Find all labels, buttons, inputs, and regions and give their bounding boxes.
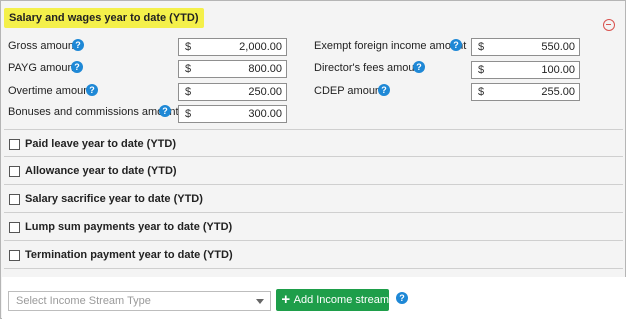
select-placeholder: Select Income Stream Type bbox=[16, 295, 151, 307]
salary-sacrifice-checkbox[interactable] bbox=[9, 193, 20, 205]
exempt-foreign-income-field[interactable]: $ 550.00 bbox=[471, 38, 580, 56]
directors-fees-label: Director's fees amount bbox=[314, 62, 424, 74]
bonuses-commissions-value: 300.00 bbox=[248, 108, 282, 120]
exempt-foreign-income-label: Exempt foreign income amount bbox=[314, 40, 467, 52]
lump-sum-section[interactable]: Lump sum payments year to date (YTD) bbox=[9, 219, 232, 235]
salary-wages-panel: Salary and wages year to date (YTD) Gros… bbox=[0, 0, 626, 319]
cdep-amount-field[interactable]: $ 255.00 bbox=[471, 83, 580, 101]
help-icon[interactable]: ? bbox=[159, 105, 171, 117]
income-stream-type-select[interactable]: Select Income Stream Type bbox=[8, 291, 271, 311]
currency-symbol: $ bbox=[478, 86, 485, 98]
add-income-stream-label: Add Income stream bbox=[293, 294, 389, 306]
help-icon[interactable]: ? bbox=[450, 39, 462, 51]
currency-symbol: $ bbox=[185, 86, 192, 98]
cdep-amount-value: 255.00 bbox=[541, 86, 575, 98]
divider bbox=[4, 156, 623, 157]
currency-symbol: $ bbox=[478, 64, 485, 76]
help-icon[interactable]: ? bbox=[72, 39, 84, 51]
remove-circle-icon[interactable] bbox=[603, 19, 615, 31]
exempt-foreign-income-value: 550.00 bbox=[541, 41, 575, 53]
termination-payment-label: Termination payment year to date (YTD) bbox=[25, 249, 233, 261]
overtime-amount-value: 250.00 bbox=[248, 86, 282, 98]
paid-leave-label: Paid leave year to date (YTD) bbox=[25, 138, 176, 150]
divider bbox=[4, 240, 623, 241]
overtime-amount-field[interactable]: $ 250.00 bbox=[178, 83, 287, 101]
currency-symbol: $ bbox=[478, 41, 485, 53]
termination-payment-section[interactable]: Termination payment year to date (YTD) bbox=[9, 247, 233, 263]
help-icon[interactable]: ? bbox=[396, 292, 408, 304]
gross-amount-field[interactable]: $ 2,000.00 bbox=[178, 38, 287, 56]
bonuses-commissions-field[interactable]: $ 300.00 bbox=[178, 105, 287, 123]
lump-sum-label: Lump sum payments year to date (YTD) bbox=[25, 221, 233, 233]
cdep-amount-label: CDEP amount bbox=[314, 85, 385, 97]
divider bbox=[4, 212, 623, 213]
help-icon[interactable]: ? bbox=[413, 61, 425, 73]
salary-sacrifice-label: Salary sacrifice year to date (YTD) bbox=[25, 193, 203, 205]
allowance-section[interactable]: Allowance year to date (YTD) bbox=[9, 163, 177, 179]
payg-amount-label: PAYG amount bbox=[8, 62, 77, 74]
termination-payment-checkbox[interactable] bbox=[9, 249, 20, 261]
add-income-stream-button[interactable]: + Add Income stream bbox=[276, 289, 389, 311]
payg-amount-field[interactable]: $ 800.00 bbox=[178, 60, 287, 78]
payg-amount-value: 800.00 bbox=[248, 63, 282, 75]
divider bbox=[4, 129, 623, 130]
allowance-label: Allowance year to date (YTD) bbox=[25, 165, 177, 177]
directors-fees-field[interactable]: $ 100.00 bbox=[471, 61, 580, 79]
lump-sum-checkbox[interactable] bbox=[9, 221, 20, 233]
allowance-checkbox[interactable] bbox=[9, 165, 20, 177]
salary-sacrifice-section[interactable]: Salary sacrifice year to date (YTD) bbox=[9, 191, 203, 207]
help-icon[interactable]: ? bbox=[86, 84, 98, 96]
help-icon[interactable]: ? bbox=[71, 61, 83, 73]
currency-symbol: $ bbox=[185, 63, 192, 75]
currency-symbol: $ bbox=[185, 108, 192, 120]
gross-amount-value: 2,000.00 bbox=[239, 41, 282, 53]
paid-leave-checkbox[interactable] bbox=[9, 138, 20, 150]
divider bbox=[4, 268, 623, 269]
section-title: Salary and wages year to date (YTD) bbox=[4, 8, 204, 28]
bonuses-commissions-label: Bonuses and commissions amount bbox=[8, 106, 179, 118]
gross-amount-label: Gross amount bbox=[8, 40, 78, 52]
divider bbox=[4, 184, 623, 185]
chevron-down-icon[interactable] bbox=[256, 299, 264, 304]
currency-symbol: $ bbox=[185, 41, 192, 53]
paid-leave-section[interactable]: Paid leave year to date (YTD) bbox=[9, 136, 176, 152]
plus-icon: + bbox=[281, 291, 291, 308]
directors-fees-value: 100.00 bbox=[541, 64, 575, 76]
help-icon[interactable]: ? bbox=[378, 84, 390, 96]
overtime-amount-label: Overtime amount bbox=[8, 85, 93, 97]
